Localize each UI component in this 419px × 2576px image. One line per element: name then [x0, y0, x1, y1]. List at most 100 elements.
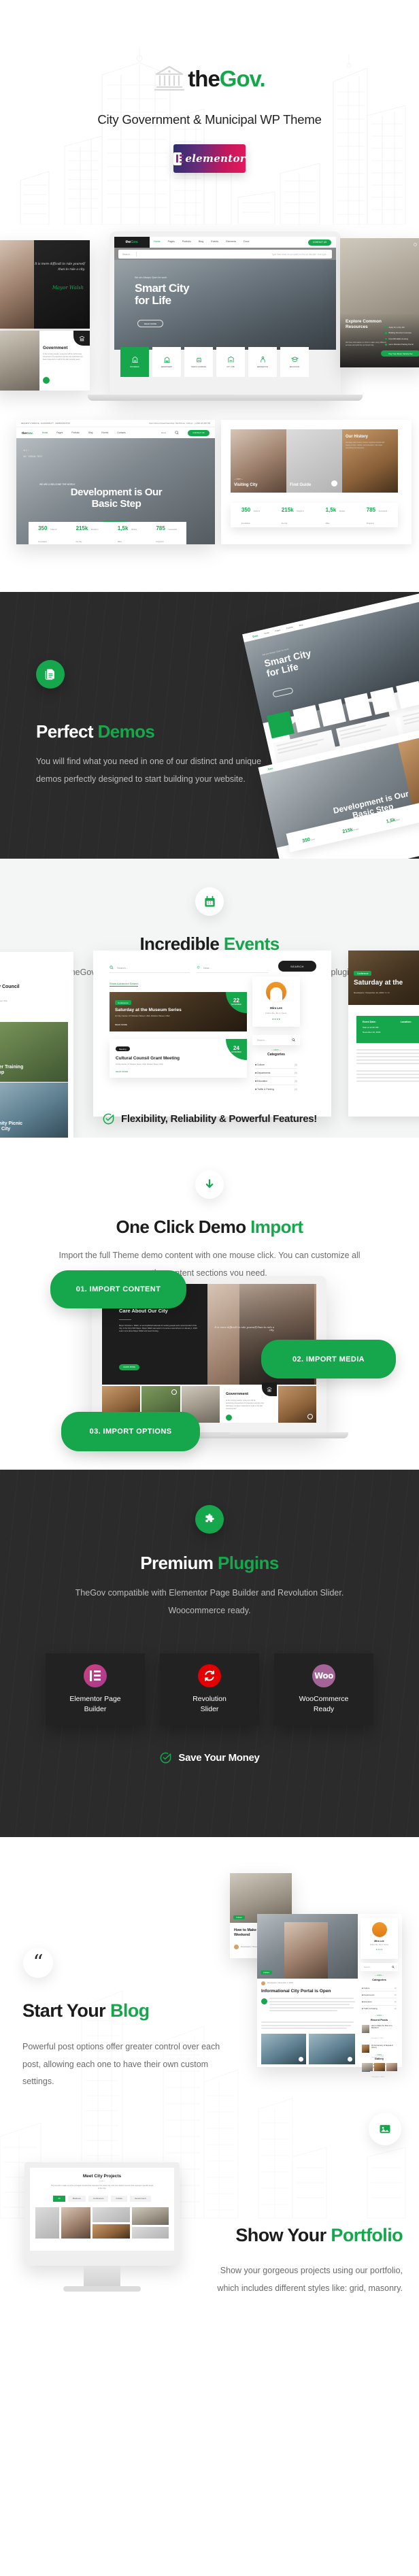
featured-event-day: 22 — [233, 997, 239, 1004]
recent-posts-list[interactable]: How to Make the Most of a Weekend Decembe… — [362, 2025, 397, 2081]
second-event-read-more[interactable]: READ MORE — [116, 1070, 128, 1073]
featured-event-month: NOVEMBER — [231, 1004, 241, 1006]
demo-showcase-band: It is more difficult to rule yourself th… — [0, 225, 419, 592]
event-detail-meta: Developers / November 12, 2019 / 1 / 0 — [354, 991, 390, 994]
blog-categories-list[interactable]: ■ Culture (5) ■ Departments (5) ■ Educatio… — [362, 1985, 397, 2012]
plugin-card-elementor[interactable]: Elementor Page Builder — [46, 1653, 145, 1726]
resources-title-1: Explore Common — [346, 319, 382, 324]
event-detail-demo[interactable]: Conference Saturday at the Developers / … — [348, 951, 419, 1117]
events-sidebar-search[interactable]: Search... — [252, 1035, 300, 1045]
author-social-links[interactable]: ● ● ● ● — [272, 1018, 280, 1021]
blog-sidebar-search[interactable]: Search... — [361, 1963, 398, 1971]
events-list-demo-left[interactable]: Conference NOVEMBER 22, 2019 Smart City … — [0, 952, 73, 1138]
quote-demo-card[interactable]: It is more difficult to rule yourself th… — [0, 240, 90, 329]
incredible-events-section: Incredible Events TheGov include Events … — [0, 859, 419, 1138]
tile-label-1: Visiting City — [234, 483, 258, 487]
featured-event-read-more[interactable]: READ MORE — [115, 1023, 127, 1026]
categories-title: Categories — [267, 1053, 285, 1057]
second-demo-card[interactable]: REQUEST A SERVICE ACCESSIBILITY ADMINIST… — [16, 420, 215, 544]
search-icon[interactable] — [175, 431, 179, 435]
tiles-demo-card[interactable]: — VISIT — Visiting City Find Guide Our H… — [221, 420, 412, 544]
woocommerce-icon: Woo — [312, 1664, 335, 1687]
demo-import-title: One Click Demo Import — [116, 1217, 304, 1237]
second-event-badge: Meeting — [116, 1046, 130, 1051]
event-location: At City Center, 27 Division Street, USA — [0, 1000, 7, 1003]
save-money-text: Save Your Money — [178, 1752, 260, 1764]
landing-page: theGov. City Government & Municipal WP T… — [0, 0, 419, 2308]
second-event-location: At City Center, 27 Division Street, USA,… — [116, 1063, 164, 1066]
demo-hero-title-2: for Life — [135, 294, 171, 308]
check-circle-icon — [103, 1113, 114, 1125]
second-event-day: 24 — [233, 1045, 239, 1051]
search-icon — [392, 1966, 395, 1968]
plugin-label-elementor: Elementor Page Builder — [69, 1694, 121, 1714]
portfolio-mockup-body: The council is made up of the principal … — [50, 2185, 154, 2190]
events-search-demo[interactable]: Search... Near... SEARCH Show Advanced S… — [93, 951, 331, 1117]
government-demo-card[interactable]: Government In the coming weeks, everyone… — [0, 331, 90, 391]
plugin-card-woocommerce[interactable]: Woo WooCommerce Ready — [274, 1653, 373, 1726]
events-search-button[interactable]: SEARCH — [278, 961, 316, 972]
premium-plugins-body: TheGov compatible with Elementor Page Bu… — [75, 1588, 344, 1615]
tile-label-3: Our History — [346, 435, 369, 439]
quote-icon: “ — [23, 1948, 53, 1978]
demo-nav-cta[interactable]: CONTACT US — [308, 239, 331, 246]
resources-demo-card[interactable]: ▾ Explore Common Resources We have infor… — [340, 238, 419, 367]
demo-search-bar[interactable]: Search... Type here what do you want to … — [118, 250, 332, 259]
plugin-card-revolution-slider[interactable]: Revolution Slider — [160, 1653, 259, 1726]
events-author-widget: Mira Lee Follow Me, Be in Trend. ● ● ● ● — [252, 976, 300, 1027]
demo-import-section: One Click Demo Import Import the full Th… — [0, 1138, 419, 1470]
import-step-2[interactable]: 02. IMPORT MEDIA — [261, 1340, 396, 1378]
import-mockup-body: Mayor Christina L. Walsh, an accomplishe… — [119, 1325, 198, 1332]
blog-main-title: Informational City Portal is Open — [261, 1989, 331, 1994]
resources-body: We have information on how to make many … — [346, 342, 386, 347]
blog-portfolio-section: “ Start Your Blog Powerful post options … — [0, 1837, 419, 2308]
government-card-title: Government — [43, 346, 68, 350]
demo-hero-title-1: Smart City — [135, 282, 190, 295]
elementor-wordmark: elementor — [185, 152, 246, 165]
import-step-1[interactable]: 01. IMPORT CONTENT — [50, 1270, 186, 1308]
logo-text: theGov. — [188, 65, 265, 91]
demo-hero-cta[interactable]: READ MORE — [137, 320, 163, 327]
flexibility-feature-text: Flexibility, Reliability & Powerful Feat… — [121, 1113, 317, 1125]
elementor-badge[interactable]: elementor — [173, 144, 246, 173]
demo-service-tabs[interactable]: BUSINESS DEPARTMENT TRAFFIC & PARKING CI… — [120, 347, 309, 377]
featured-event-title: Saturday at the Museum Series — [115, 1008, 182, 1012]
quote-signature: Mayor Walsh — [52, 285, 84, 291]
arrow-circle-icon[interactable] — [43, 377, 50, 384]
document-stack-icon — [36, 660, 65, 689]
blog-card-category: Culture — [233, 1915, 246, 1920]
search-icon — [292, 1038, 295, 1042]
revolution-slider-icon — [198, 1664, 221, 1687]
check-circle-icon — [161, 1753, 171, 1764]
elementor-icon — [173, 152, 184, 165]
second-event-title: Cultural Counsil Grant Meeting — [116, 1056, 180, 1061]
logo[interactable]: theGov. — [0, 63, 419, 94]
demo-nav[interactable]: Home Pages Portfolio Blog Events Elements Docs — [154, 240, 249, 243]
second-demo-title-1: Development is Our — [70, 486, 163, 498]
hero-section: theGov. City Government & Municipal WP T… — [0, 0, 419, 225]
perfect-demos-body: You will find what you need in one of ou… — [36, 757, 262, 784]
demo-hero-eyebrow: We are Always Open for work — [135, 276, 167, 279]
image-icon — [369, 2113, 401, 2145]
portfolio-filters[interactable]: All Business Conference Culture Governme… — [30, 2195, 174, 2202]
hero-tagline: City Government & Municipal WP Theme — [97, 112, 322, 127]
resources-cta[interactable]: Pay Your Motor Vehicle Tax — [381, 350, 419, 357]
advanced-search-link[interactable]: Show Advanced Search — [110, 982, 139, 987]
import-mockup-cta[interactable]: LEARN MORE — [119, 1364, 139, 1370]
bank-icon — [79, 335, 84, 341]
bank-building-icon — [154, 65, 185, 91]
second-event-month: NOVEMBER — [231, 1051, 241, 1053]
bank-icon — [267, 1387, 272, 1392]
resources-list[interactable]: Apply for a City Job Building Permits & … — [385, 327, 419, 346]
location-pin-icon — [197, 965, 200, 970]
event-detail-title: Saturday at the — [354, 979, 403, 987]
plugin-cards: Elementor PageBuilder RevolutionSlider — [0, 1653, 419, 1726]
import-mockup-title-2: Care About Our City — [119, 1307, 168, 1314]
event-read-more[interactable]: READ MORE — [0, 1009, 68, 1012]
blog-main-demo[interactable]: Culture Developers | November 2, 2019 In… — [257, 1914, 402, 2078]
premium-plugins-title: Premium Plugins — [140, 1553, 279, 1573]
categories-list[interactable]: ■ Culture (5) ■ Departments (5) ■ Educatio… — [255, 1061, 297, 1093]
event-date: NOVEMBER 22, 2019 — [0, 978, 68, 981]
resources-title-2: Resources — [346, 325, 368, 329]
import-step-3[interactable]: 03. IMPORT OPTIONS — [61, 1412, 200, 1451]
